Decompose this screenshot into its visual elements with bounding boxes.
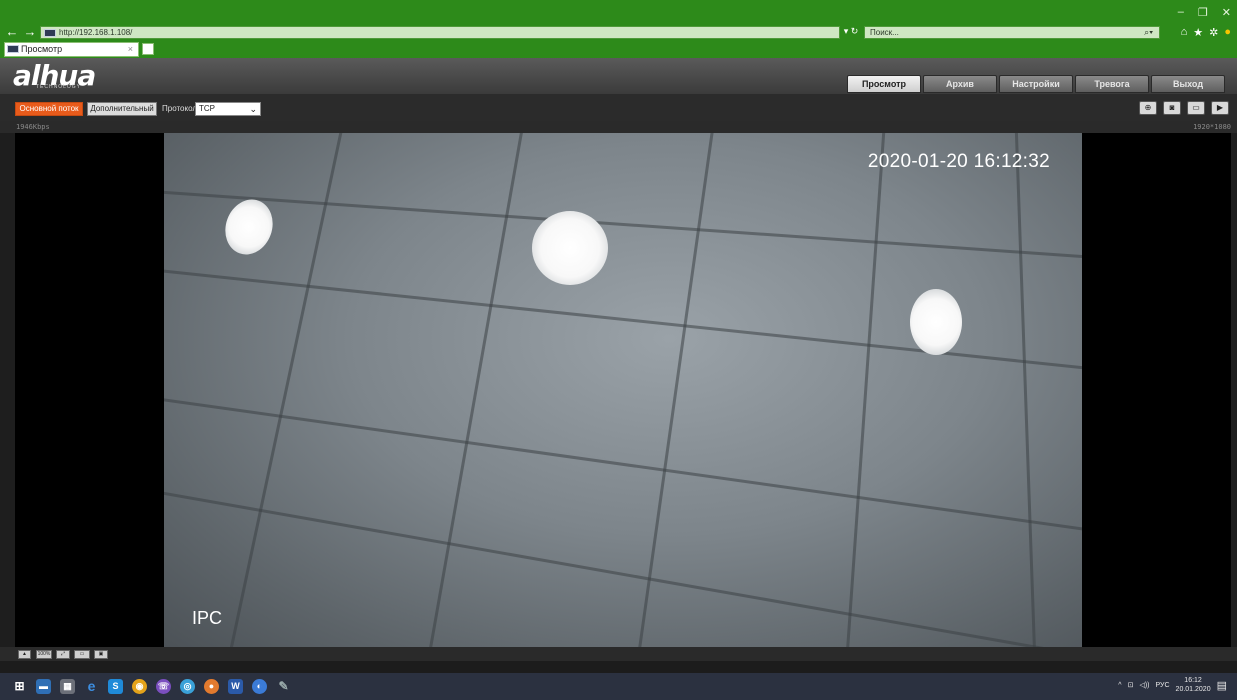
osd-timestamp: 2020-01-20 16:12:32 xyxy=(867,151,1050,172)
image-adjust-icon[interactable]: ▭ xyxy=(1187,101,1205,115)
main-stream-button[interactable]: Основной поток xyxy=(15,102,83,116)
word-icon[interactable]: W xyxy=(228,679,243,694)
app-orange-icon[interactable]: ● xyxy=(204,679,219,694)
search-placeholder: Поиск... xyxy=(870,28,899,37)
status-strip xyxy=(0,661,1237,673)
window-controls: – ❐ ✕ xyxy=(1178,6,1231,19)
nav-tab-archive[interactable]: Архив xyxy=(923,75,997,93)
snapshot-small-icon[interactable]: ▣ xyxy=(94,650,108,659)
logo-subtitle: TECHNOLOGY xyxy=(36,84,82,90)
osd-channel-name: IPC xyxy=(192,608,223,628)
gear-icon[interactable]: ✲ xyxy=(1209,26,1218,39)
ratio-icon[interactable]: ▭ xyxy=(74,650,90,659)
chevron-up-icon[interactable]: ^ xyxy=(1118,682,1121,689)
browser-chrome: – ❐ ✕ ← → http://192.168.1.108/ ▾ ↻ Поис… xyxy=(0,0,1237,58)
language-indicator[interactable]: РУС xyxy=(1156,682,1170,689)
bitrate-readout: 1946Kbps xyxy=(16,123,50,131)
zoom-100-button[interactable]: 100% xyxy=(36,650,52,659)
forward-arrow-icon[interactable]: → xyxy=(22,24,38,40)
volume-icon[interactable]: ◁)) xyxy=(1139,681,1149,689)
tab-strip: Просмотр × xyxy=(0,41,1237,58)
ceiling-lamp xyxy=(217,192,281,262)
search-icon[interactable]: ⌕▾ xyxy=(1144,27,1153,38)
messenger-icon[interactable]: ◎ xyxy=(180,679,195,694)
clock-date: 20.01.2020 xyxy=(1175,686,1211,693)
sub-stream-button[interactable]: Дополнительный xyxy=(87,102,157,116)
protocol-label: Протокол xyxy=(162,104,198,113)
paint-icon[interactable]: ✎ xyxy=(276,679,291,694)
protocol-value: TCP xyxy=(199,104,215,113)
fit-window-icon[interactable]: ▲ xyxy=(18,650,31,659)
zoom-region-icon[interactable]: ⊕ xyxy=(1139,101,1157,115)
network-icon[interactable]: ⊡ xyxy=(1128,681,1134,689)
internet-explorer-icon[interactable]: e xyxy=(84,679,99,694)
stream-info-bar: 1946Kbps 1920*1080 xyxy=(0,121,1237,133)
app-header: alhua TECHNOLOGY Просмотр Архив Настройк… xyxy=(0,58,1237,94)
fullscreen-icon[interactable]: ⤢ xyxy=(56,650,70,659)
ceiling-lamp xyxy=(532,211,608,285)
live-video-feed[interactable]: 2020-01-20 16:12:32 IPC xyxy=(164,133,1082,647)
snapshot-icon[interactable]: ◙ xyxy=(1163,101,1181,115)
protocol-select[interactable]: TCP ⌄ xyxy=(195,102,261,116)
tab-close-icon[interactable]: × xyxy=(128,43,133,56)
address-bar[interactable]: http://192.168.1.108/ xyxy=(40,26,840,39)
system-tray: ^ ⊡ ◁)) РУС 16:12 20.01.2020 ▤ xyxy=(1118,676,1227,694)
address-row: ← → http://192.168.1.108/ ▾ ↻ Поиск... ⌕… xyxy=(0,24,1237,40)
url-text: http://192.168.1.108/ xyxy=(59,28,133,37)
ceiling-grid-line xyxy=(844,133,887,647)
chrome-icon[interactable]: ◉ xyxy=(132,679,147,694)
tab-preview[interactable]: Просмотр × xyxy=(4,42,139,57)
stream-toolbar: Основной поток Дополнительный Протокол T… xyxy=(0,94,1237,121)
smiley-icon[interactable]: ● xyxy=(1224,26,1231,38)
skype-icon[interactable]: S xyxy=(108,679,123,694)
ceiling-lamp xyxy=(910,289,962,355)
minimize-button[interactable]: – xyxy=(1178,6,1184,19)
close-window-button[interactable]: ✕ xyxy=(1222,6,1231,19)
nav-tab-alarm[interactable]: Тревога xyxy=(1075,75,1149,93)
app-blue-icon[interactable]: ◐ xyxy=(252,679,267,694)
main-nav: Просмотр Архив Настройки Тревога Выход xyxy=(847,75,1225,93)
browser-toolbar: ⌂ ★ ✲ ● xyxy=(1171,24,1231,40)
tab-favicon-icon xyxy=(7,45,19,53)
file-explorer-icon[interactable]: ▬ xyxy=(36,679,51,694)
chevron-down-icon: ⌄ xyxy=(249,104,257,114)
search-input[interactable]: Поиск... ⌕▾ xyxy=(864,26,1160,39)
notifications-icon[interactable]: ▤ xyxy=(1217,679,1227,692)
new-tab-button[interactable] xyxy=(142,43,154,55)
ceiling-grid-line xyxy=(164,396,1082,533)
resolution-readout: 1920*1080 xyxy=(1193,123,1231,131)
clock[interactable]: 16:12 20.01.2020 xyxy=(1176,676,1211,694)
ceiling-grid-line xyxy=(164,489,1082,647)
nav-tab-logout[interactable]: Выход xyxy=(1151,75,1225,93)
video-tools: ⊕ ◙ ▭ ▶ xyxy=(1139,101,1229,115)
record-icon[interactable]: ▶ xyxy=(1211,101,1229,115)
video-panel[interactable]: 2020-01-20 16:12:32 IPC xyxy=(15,133,1231,647)
back-arrow-icon[interactable]: ← xyxy=(4,24,20,40)
nav-tab-preview[interactable]: Просмотр xyxy=(847,75,921,93)
ceiling-grid-line xyxy=(1014,133,1037,647)
calculator-icon[interactable]: ▦ xyxy=(60,679,75,694)
ceiling-grid-line xyxy=(164,189,1082,260)
ceiling-grid-line xyxy=(635,133,716,647)
tab-title: Просмотр xyxy=(21,44,63,54)
windows-start-icon[interactable]: ⊞ xyxy=(12,679,27,694)
windows-taskbar: ⊞ ▬ ▦ e S ◉ ☏ ◎ ● W ◐ ✎ ^ ⊡ ◁)) РУС 16:1… xyxy=(0,673,1237,700)
viber-icon[interactable]: ☏ xyxy=(156,679,171,694)
star-icon[interactable]: ★ xyxy=(1193,26,1203,39)
player-controls: ▲ 100% ⤢ ▭ ▣ xyxy=(0,647,1237,661)
home-icon[interactable]: ⌂ xyxy=(1181,26,1188,38)
site-favicon-icon xyxy=(44,29,56,37)
restore-button[interactable]: ❐ xyxy=(1198,6,1208,19)
reload-icon[interactable]: ▾ ↻ xyxy=(840,26,862,39)
nav-tab-settings[interactable]: Настройки xyxy=(999,75,1073,93)
clock-time: 16:12 xyxy=(1184,677,1202,684)
